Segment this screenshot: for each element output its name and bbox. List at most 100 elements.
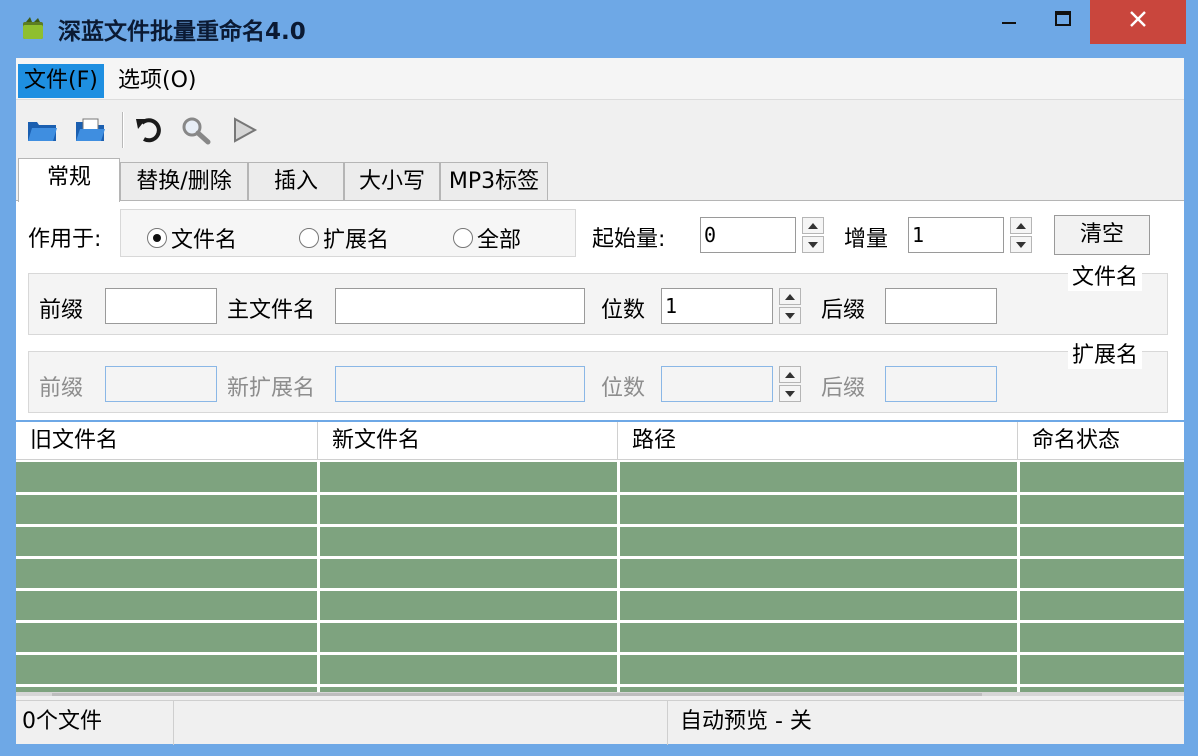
fn-prefix-input[interactable]: [105, 288, 217, 324]
fn-digits-spinner[interactable]: [779, 288, 801, 324]
file-list-table[interactable]: 旧文件名 新文件名 路径 命名状态: [16, 420, 1184, 696]
ext-suffix-input: [885, 366, 997, 402]
col-new-name[interactable]: 新文件名: [318, 422, 618, 460]
start-spinner[interactable]: [802, 217, 824, 253]
radio-filename-circle: [147, 228, 167, 248]
status-middle: [174, 701, 668, 745]
menu-file[interactable]: 文件(F): [18, 64, 104, 98]
title-bar[interactable]: 深蓝文件批量重命名4.0: [0, 0, 1198, 58]
table-row: [16, 524, 1184, 527]
radio-extension-label: 扩展名: [323, 228, 390, 253]
column-divider: [317, 462, 320, 696]
general-panel: 作用于: 文件名 扩展名 全部 起始量: 0 增量 1 清空 前缀 主文件名 位…: [16, 200, 1184, 420]
toolbar-separator: [122, 112, 124, 148]
table-row: [16, 556, 1184, 559]
arrow-down-icon: [785, 312, 795, 319]
tab-insert[interactable]: 插入: [248, 162, 344, 200]
table-row: [16, 620, 1184, 623]
status-bar: 0个文件 自动预览 - 关: [16, 700, 1184, 745]
ext-digits-spin-down: [779, 385, 801, 402]
play-icon[interactable]: [226, 112, 262, 148]
increment-spinner[interactable]: [1010, 217, 1032, 253]
table-row: [16, 684, 1184, 687]
col-path[interactable]: 路径: [618, 422, 1018, 460]
maximize-button[interactable]: [1038, 0, 1088, 44]
arrow-up-icon: [1016, 222, 1026, 229]
ext-prefix-label: 前缀: [39, 376, 84, 401]
increment-input[interactable]: [908, 217, 1004, 253]
ext-digits-input: [661, 366, 773, 402]
ext-new-label: 新扩展名: [227, 376, 316, 401]
search-icon[interactable]: [178, 112, 214, 148]
start-spin-up[interactable]: [802, 217, 824, 234]
fn-digits-input[interactable]: [661, 288, 773, 324]
filename-group: 前缀 主文件名 位数 后缀: [28, 273, 1168, 335]
clear-button[interactable]: 清空: [1054, 215, 1150, 255]
increment-spin-up[interactable]: [1010, 217, 1032, 234]
start-spin-down[interactable]: [802, 236, 824, 253]
table-row: [16, 492, 1184, 495]
arrow-down-icon: [785, 390, 795, 397]
horizontal-scrollbar[interactable]: [16, 692, 1184, 696]
fn-digits-spin-up[interactable]: [779, 288, 801, 305]
increment-spin-down[interactable]: [1010, 236, 1032, 253]
client-area: 文件(F) 选项(O) 常规 替换/删除 插入 大小写 MP3标签 作用于: 文…: [16, 58, 1184, 745]
status-file-count: 0个文件: [16, 701, 174, 745]
radio-all-label: 全部: [477, 228, 522, 253]
arrow-down-icon: [1016, 241, 1026, 248]
table-row: [16, 652, 1184, 655]
extension-group-title: 扩展名: [1068, 337, 1143, 369]
radio-extension[interactable]: 扩展名: [299, 222, 389, 254]
ext-prefix-input: [105, 366, 217, 402]
tab-case[interactable]: 大小写: [344, 162, 440, 200]
radio-filename[interactable]: 文件名: [147, 222, 237, 254]
minimize-icon: [999, 9, 1019, 35]
open-folder-icon[interactable]: [24, 112, 60, 148]
column-divider: [617, 462, 620, 696]
tab-replace-delete[interactable]: 替换/删除: [120, 162, 248, 200]
arrow-up-icon: [785, 293, 795, 300]
fn-suffix-input[interactable]: [885, 288, 997, 324]
window-title: 深蓝文件批量重命名4.0: [58, 19, 306, 45]
undo-icon[interactable]: [132, 112, 168, 148]
status-auto-preview[interactable]: 自动预览 - 关: [668, 701, 1184, 745]
column-divider: [1017, 462, 1020, 696]
tab-mp3-tags[interactable]: MP3标签: [440, 162, 548, 200]
tab-general[interactable]: 常规: [18, 158, 120, 202]
fn-suffix-label: 后缀: [821, 298, 866, 323]
open-file-icon[interactable]: [72, 112, 108, 148]
extension-group: 前缀 新扩展名 位数 后缀: [28, 351, 1168, 413]
radio-all[interactable]: 全部: [453, 222, 521, 254]
fn-digits-label: 位数: [601, 298, 646, 323]
start-input[interactable]: [700, 217, 796, 253]
ext-new-input: [335, 366, 585, 402]
folder-app-icon: [20, 16, 46, 42]
table-header: 旧文件名 新文件名 路径 命名状态: [16, 422, 1184, 460]
ext-digits-spin-up: [779, 366, 801, 383]
minimize-button[interactable]: [980, 0, 1038, 44]
menu-options[interactable]: 选项(O): [112, 64, 202, 98]
ext-digits-label: 位数: [601, 376, 646, 401]
fn-main-input[interactable]: [335, 288, 585, 324]
arrow-up-icon: [785, 371, 795, 378]
scrollbar-thumb[interactable]: [52, 693, 982, 696]
fn-main-label: 主文件名: [227, 298, 316, 323]
radio-all-circle: [453, 228, 473, 248]
menu-bar: 文件(F) 选项(O): [16, 58, 1184, 100]
filename-group-title: 文件名: [1068, 259, 1143, 291]
fn-prefix-label: 前缀: [39, 298, 84, 323]
fn-digits-spin-down[interactable]: [779, 307, 801, 324]
table-row: [16, 588, 1184, 591]
arrow-down-icon: [808, 241, 818, 248]
close-icon: [1127, 8, 1149, 36]
table-body[interactable]: [16, 462, 1184, 696]
arrow-up-icon: [808, 222, 818, 229]
radio-filename-label: 文件名: [171, 228, 238, 253]
increment-label: 增量: [844, 227, 889, 252]
ext-digits-spinner: [779, 366, 801, 402]
col-status[interactable]: 命名状态: [1018, 422, 1184, 460]
close-button[interactable]: [1090, 0, 1186, 44]
col-old-name[interactable]: 旧文件名: [16, 422, 318, 460]
radio-extension-circle: [299, 228, 319, 248]
apply-to-group: 文件名 扩展名 全部: [120, 209, 576, 257]
